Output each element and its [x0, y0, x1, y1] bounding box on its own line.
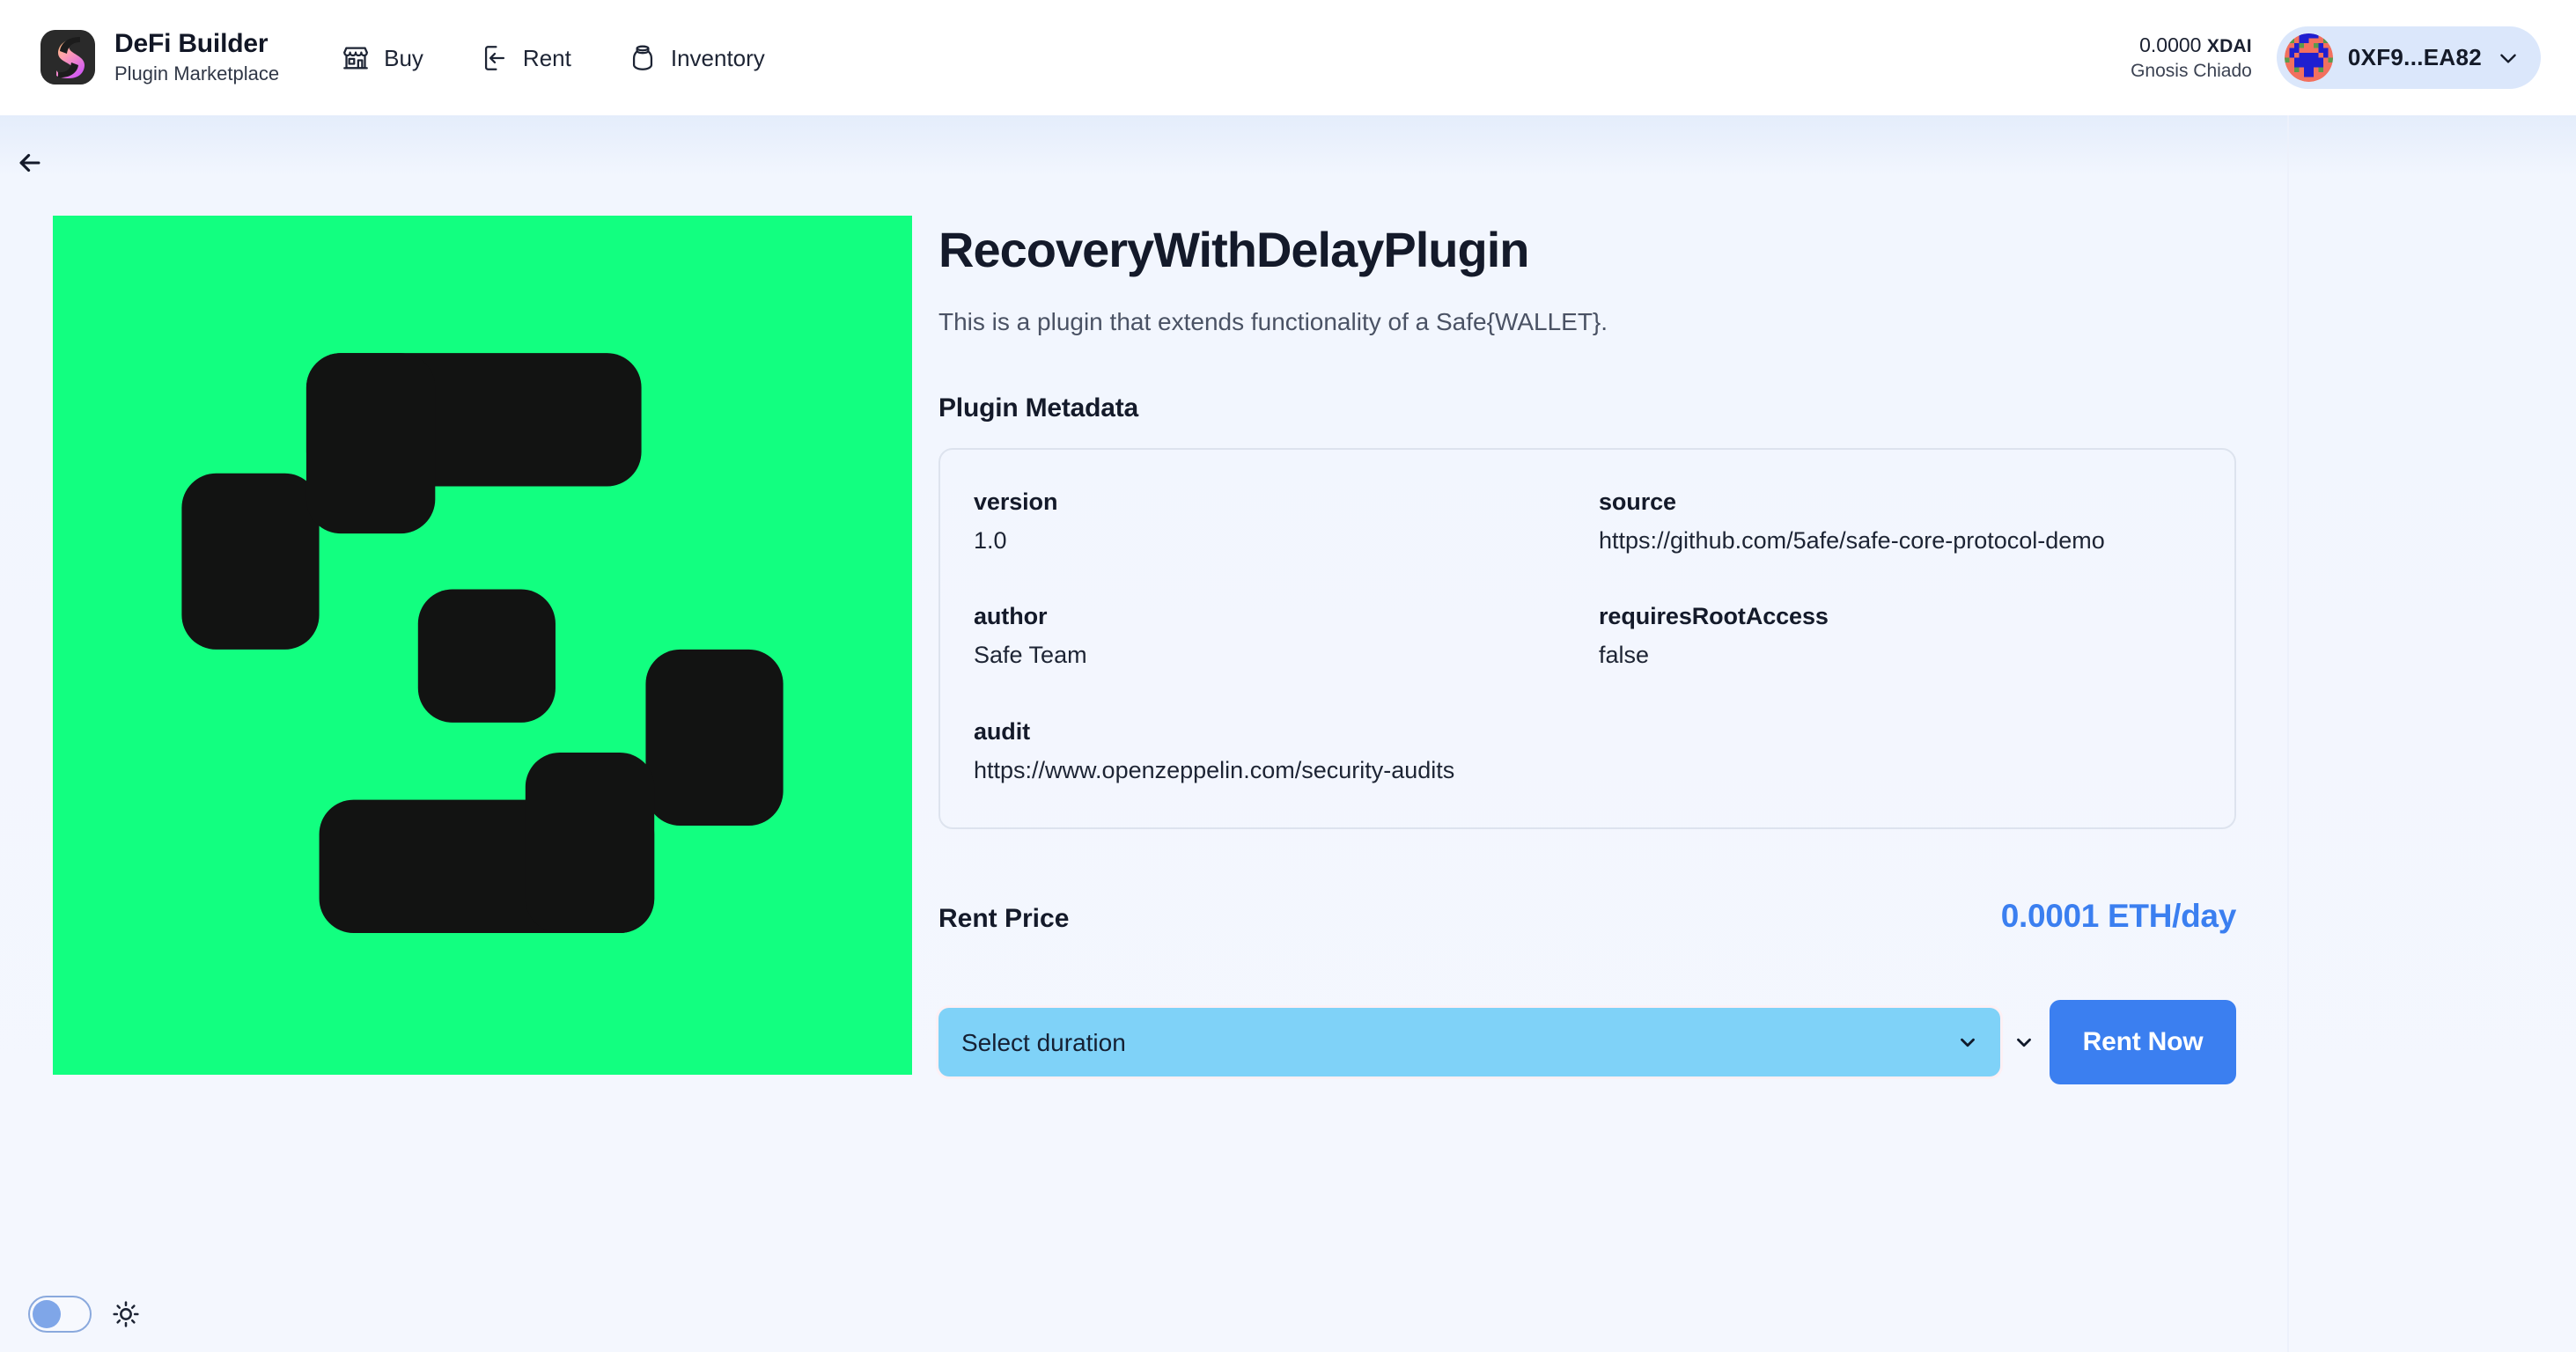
theme-toggle-knob — [33, 1300, 61, 1328]
page-title: RecoveryWithDelayPlugin — [938, 222, 1529, 277]
rent-price-row: Rent Price 0.0001 ETH/day — [938, 898, 2236, 935]
metadata-key: version — [974, 488, 1058, 515]
metadata-value: https://github.com/5afe/safe-core-protoc… — [1599, 527, 2105, 554]
metadata-column-left: version 1.0 author Safe Team audit https… — [974, 487, 1576, 787]
metadata-key: audit — [974, 717, 1030, 745]
metadata-column-right: source https://github.com/5afe/safe-core… — [1599, 487, 2201, 787]
plugin-image — [53, 216, 912, 1075]
metadata-key: requiresRootAccess — [1599, 603, 1829, 630]
rent-now-button[interactable]: Rent Now — [2050, 1000, 2236, 1085]
nav-item-rent[interactable]: Rent — [476, 38, 575, 78]
network-name: Gnosis Chiado — [2131, 61, 2252, 81]
nav-item-buy[interactable]: Buy — [337, 38, 427, 78]
brand-title: DeFi Builder — [114, 29, 269, 59]
metadata-field-author: author Safe Team — [974, 601, 1576, 672]
metadata-field-version: version 1.0 — [974, 487, 1576, 557]
rent-price-value: 0.0001 ETH/day — [2000, 898, 2237, 935]
header-right: 0.0000 XDAI Gnosis Chiado 0XF9...EA82 — [2131, 26, 2541, 89]
nav-label-buy: Buy — [384, 44, 423, 71]
metadata-value: 1.0 — [974, 527, 1007, 554]
storefront-icon — [343, 47, 368, 69]
theme-toggle-bar — [28, 1296, 141, 1333]
plugin-detail-layout: RecoveryWithDelayPlugin This is a plugin… — [53, 216, 2236, 1085]
metadata-value: false — [1599, 642, 1650, 669]
metadata-value: Safe Team — [974, 642, 1087, 669]
page-content: RecoveryWithDelayPlugin This is a plugin… — [0, 115, 2576, 1352]
nav-label-inventory: Inventory — [670, 44, 765, 71]
app-page: DeFi Builder Plugin Marketplace Buy Rent… — [0, 0, 2576, 1352]
safe-logo-image — [53, 216, 912, 1075]
duration-select-wrapper: Select duration — [938, 1008, 2000, 1077]
nav-item-inventory[interactable]: Inventory — [624, 38, 769, 78]
metadata-key: source — [1599, 488, 1676, 515]
wallet-button[interactable]: 0XF9...EA82 — [2276, 26, 2541, 89]
plugin-metadata-card: version 1.0 author Safe Team audit https… — [938, 447, 2236, 830]
identicon-avatar — [2284, 33, 2333, 82]
content-panel: RecoveryWithDelayPlugin This is a plugin… — [0, 115, 2289, 1352]
brand-subtitle: Plugin Marketplace — [114, 62, 280, 85]
metadata-key: author — [974, 603, 1048, 630]
back-button[interactable] — [7, 140, 53, 186]
sun-icon — [113, 1301, 139, 1327]
rent-action-row: Select duration Rent Now — [938, 1000, 2236, 1085]
theme-toggle[interactable] — [28, 1296, 92, 1333]
main-nav: Buy Rent Inventory — [337, 38, 769, 78]
metadata-field-audit: audit https://www.openzeppelin.com/secur… — [974, 716, 1576, 787]
balance-amount: 0.0000 — [2139, 33, 2202, 56]
metadata-field-source: source https://github.com/5afe/safe-core… — [1599, 487, 2201, 557]
arrow-left-icon — [19, 153, 40, 173]
metadata-value: https://www.openzeppelin.com/security-au… — [974, 756, 1455, 783]
jar-icon — [632, 45, 652, 70]
plugin-description: This is a plugin that extends functional… — [938, 307, 1608, 335]
rent-price-label: Rent Price — [938, 904, 1070, 934]
balance-amount-row: 0.0000 XDAI — [2139, 33, 2252, 58]
balance-symbol: XDAI — [2206, 35, 2252, 56]
metadata-field-requiresrootaccess: requiresRootAccess false — [1599, 601, 2201, 672]
plugin-detail-column: RecoveryWithDelayPlugin This is a plugin… — [938, 216, 2236, 1085]
nav-label-rent: Rent — [522, 44, 571, 71]
sign-in-icon — [484, 45, 504, 70]
app-header: DeFi Builder Plugin Marketplace Buy Rent… — [0, 0, 2576, 115]
defi-builder-logo-icon — [40, 30, 95, 85]
duration-select[interactable]: Select duration — [938, 1008, 2000, 1077]
wallet-balance: 0.0000 XDAI Gnosis Chiado — [2131, 33, 2252, 84]
metadata-heading: Plugin Metadata — [938, 393, 1139, 422]
chevron-down-icon[interactable] — [2013, 1031, 2035, 1054]
brand[interactable]: DeFi Builder Plugin Marketplace — [40, 29, 279, 85]
chevron-down-icon — [2500, 54, 2516, 63]
wallet-address: 0XF9...EA82 — [2347, 44, 2482, 70]
